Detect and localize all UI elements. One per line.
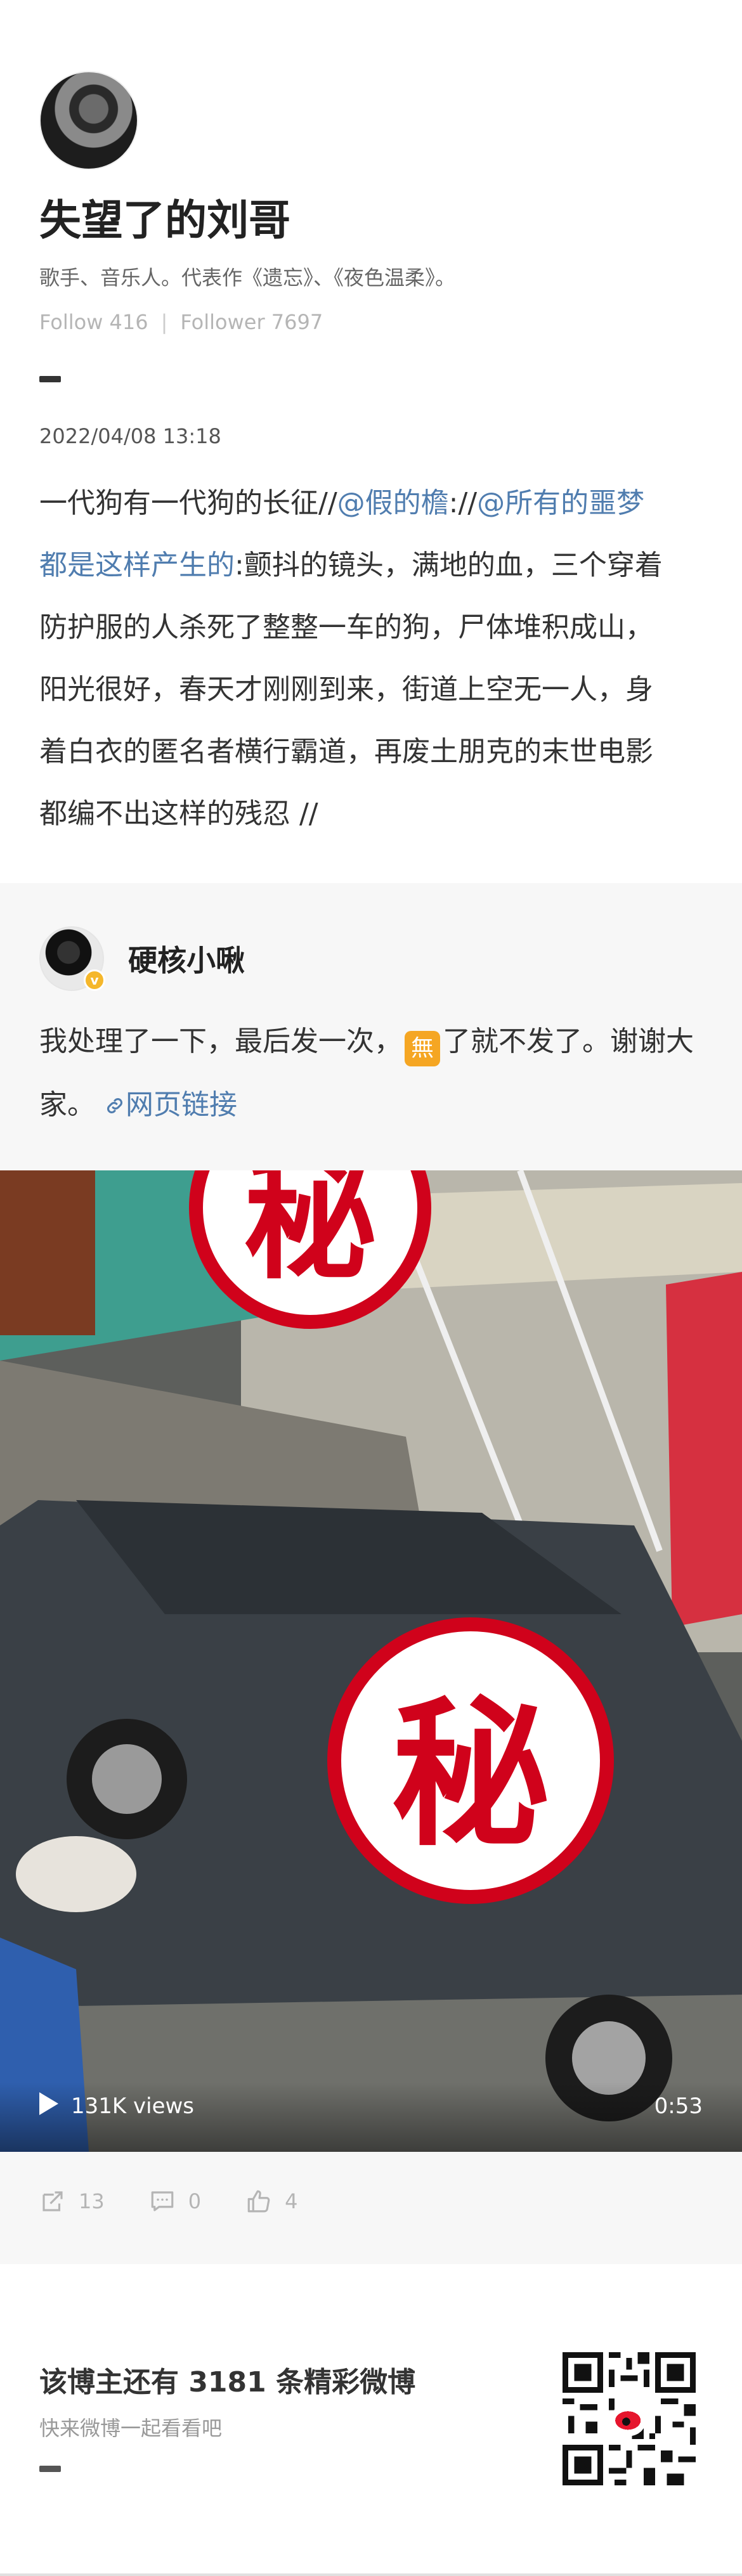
repost-count: 13: [79, 2189, 105, 2213]
video-views: 131K views: [71, 2094, 195, 2119]
profile-avatar[interactable]: [39, 71, 138, 170]
comment-count: 0: [188, 2189, 202, 2213]
follower-count[interactable]: 7697: [271, 310, 323, 334]
censor-stamp-center: 秘: [327, 1617, 614, 1904]
follow-label[interactable]: Follow: [39, 310, 103, 334]
stat-divider: |: [160, 310, 168, 335]
qr-code-icon[interactable]: [557, 2346, 701, 2491]
promo-title: 该博主还有 3181 条精彩微博: [39, 2366, 416, 2398]
play-icon[interactable]: [39, 2092, 58, 2115]
like-button[interactable]: 4: [245, 2188, 297, 2215]
comment-icon: [151, 2191, 174, 2211]
profile-header: 失望了的刘哥 歌手、音乐人。代表作《遗忘》、《夜色温柔》。 Follow 416…: [0, 0, 742, 845]
post-text-after: :颤抖的镜头，满地的血，三个穿着防护服的人杀死了整整一车的狗，尸体堆积成山，阳光…: [39, 549, 663, 831]
verified-badge-icon: v: [84, 969, 105, 991]
web-link[interactable]: 网页链接: [104, 1089, 237, 1121]
post-text-before: 一代狗有一代狗的长征//: [39, 487, 337, 520]
video-player[interactable]: 秘 秘 131K views 0:53: [0, 1170, 742, 2152]
action-bar: 13 0 4: [39, 2188, 342, 2215]
mention-link-1[interactable]: @假的檐: [337, 487, 449, 519]
divider-dash: [39, 376, 61, 383]
repost-author-name[interactable]: 硬核小啾: [128, 938, 245, 980]
link-icon: [107, 1097, 123, 1114]
follow-count[interactable]: 416: [110, 310, 148, 334]
post-text: 一代狗有一代狗的长征//@假的檐://@所有的噩梦都是这样产生的:颤抖的镜头，满…: [39, 472, 703, 845]
profile-bio: 歌手、音乐人。代表作《遗忘》、《夜色温柔》。: [39, 266, 456, 290]
video-duration: 0:53: [654, 2094, 703, 2119]
web-link-label: 网页链接: [126, 1089, 237, 1121]
follow-stats: Follow 416 | Follower 7697: [39, 310, 703, 334]
repost-author-row: v 硬核小啾: [39, 926, 245, 991]
repost-text-before: 我处理了一下，最后发一次，: [39, 1025, 402, 1058]
post-text-mid: ://: [448, 487, 478, 520]
promo-dash: [39, 2466, 61, 2472]
repost-icon: [42, 2191, 63, 2211]
repost-button[interactable]: 13: [39, 2188, 105, 2215]
like-count: 4: [285, 2189, 298, 2213]
repost-text: 我处理了一下，最后发一次，無了就不发了。谢谢大家。 网页链接: [39, 1010, 703, 1137]
promo-subtitle: 快来微博一起看看吧: [39, 2416, 223, 2440]
emoji-icon: 無: [405, 1031, 440, 1066]
weibo-share-page: 失望了的刘哥 歌手、音乐人。代表作《遗忘》、《夜色温柔》。 Follow 416…: [0, 0, 742, 2576]
post-date: 2022/04/08 13:18: [39, 424, 221, 449]
profile-username[interactable]: 失望了的刘哥: [39, 195, 703, 245]
comment-button[interactable]: 0: [149, 2188, 201, 2215]
follower-label[interactable]: Follower: [180, 310, 264, 334]
thumbs-up-icon: [247, 2190, 270, 2213]
repost-author-avatar[interactable]: v: [39, 926, 105, 991]
bottom-border: [0, 2573, 742, 2576]
more-weibo-promo[interactable]: 该博主还有 3181 条精彩微博 快来微博一起看看吧: [0, 2264, 742, 2576]
reposted-weibo[interactable]: v 硬核小啾 我处理了一下，最后发一次，無了就不发了。谢谢大家。 网页链接 秘 …: [0, 883, 742, 2264]
